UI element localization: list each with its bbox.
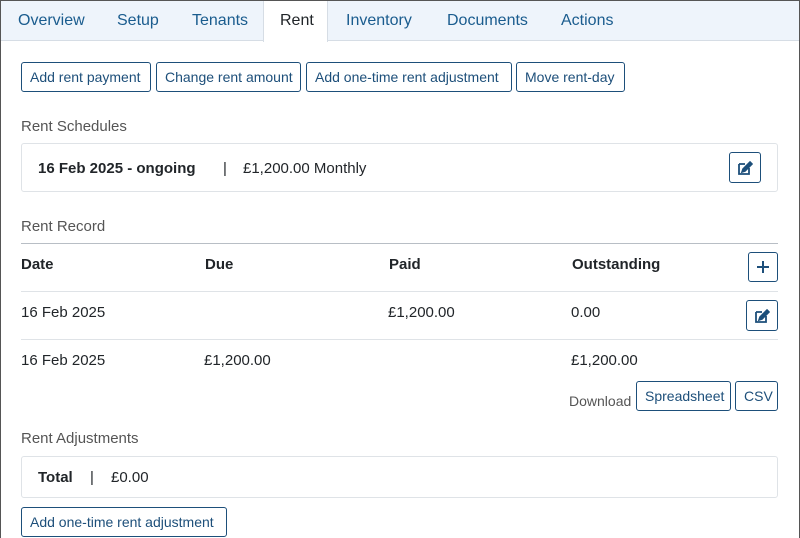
- download-label: Download: [569, 393, 632, 409]
- rent-schedule-card: 16 Feb 2025 - ongoing | £1,200.00 Monthl…: [21, 143, 778, 192]
- rent-adjustments-card: Total | £0.00: [21, 456, 778, 498]
- tab-setup[interactable]: Setup: [101, 1, 175, 41]
- rent-record-heading: Rent Record: [21, 218, 106, 235]
- add-one-time-adjustment-button[interactable]: Add one-time rent adjustment: [306, 62, 512, 92]
- rent-adjustments-heading: Rent Adjustments: [21, 430, 139, 447]
- change-rent-amount-button[interactable]: Change rent amount: [156, 62, 301, 92]
- row-divider: [21, 339, 778, 340]
- add-rent-payment-button[interactable]: Add rent payment: [21, 62, 151, 92]
- col-header-outstanding: Outstanding: [572, 256, 661, 273]
- tab-rent[interactable]: Rent: [263, 1, 328, 42]
- col-header-due: Due: [205, 256, 234, 273]
- adjustments-total-label: Total: [38, 469, 73, 486]
- edit-icon: [738, 160, 753, 175]
- tab-bar: Overview Setup Tenants Rent Inventory Do…: [1, 1, 799, 42]
- download-csv-button[interactable]: CSV: [735, 381, 778, 411]
- download-spreadsheet-button[interactable]: Spreadsheet: [636, 381, 731, 411]
- row-date: 16 Feb 2025: [21, 352, 106, 369]
- move-rent-day-button[interactable]: Move rent-day: [516, 62, 625, 92]
- schedule-amount: £1,200.00 Monthly: [243, 160, 367, 177]
- col-header-paid: Paid: [389, 256, 421, 273]
- adjustments-separator: |: [90, 469, 94, 486]
- edit-schedule-button[interactable]: [729, 152, 761, 183]
- record-top-divider: [21, 243, 778, 244]
- schedule-period: 16 Feb 2025 - ongoing: [38, 160, 196, 177]
- add-record-button[interactable]: [748, 252, 778, 282]
- row-date: 16 Feb 2025: [21, 304, 106, 321]
- row-due: £1,200.00: [204, 352, 271, 369]
- adjustments-total-value: £0.00: [111, 469, 149, 486]
- header-divider: [21, 291, 778, 292]
- edit-icon: [755, 308, 770, 323]
- rent-schedules-heading: Rent Schedules: [21, 118, 127, 135]
- tab-inventory[interactable]: Inventory: [330, 1, 428, 41]
- tab-documents[interactable]: Documents: [431, 1, 544, 41]
- row-paid: £1,200.00: [388, 304, 455, 321]
- tab-overview[interactable]: Overview: [2, 1, 101, 41]
- row-outstanding: 0.00: [571, 304, 601, 321]
- col-header-date: Date: [21, 256, 54, 273]
- tab-actions[interactable]: Actions: [545, 1, 629, 41]
- edit-record-button[interactable]: [746, 300, 778, 331]
- schedule-separator: |: [223, 160, 227, 177]
- plus-icon: [757, 261, 769, 273]
- tab-tenants[interactable]: Tenants: [176, 1, 264, 41]
- add-one-time-adjustment-bottom-button[interactable]: Add one-time rent adjustment: [21, 507, 227, 537]
- row-outstanding: £1,200.00: [571, 352, 638, 369]
